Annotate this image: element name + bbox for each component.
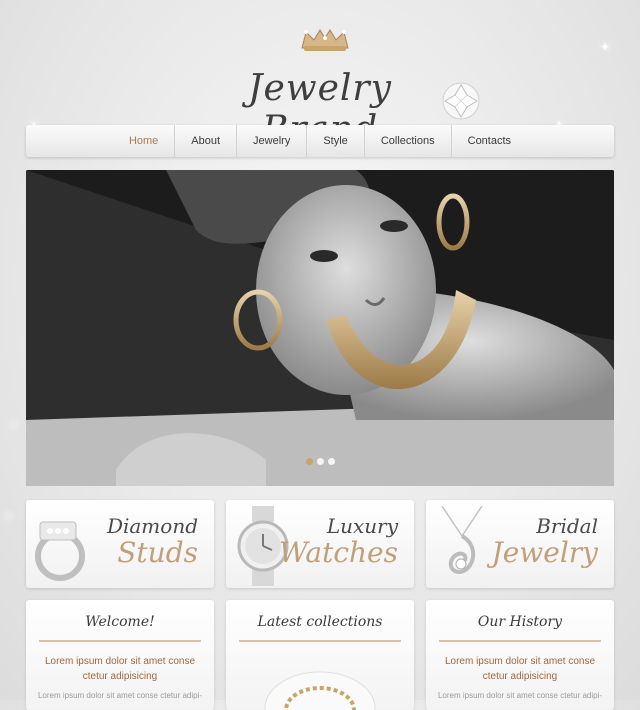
promo-title: Bridal: [536, 514, 598, 538]
nav-collections[interactable]: Collections: [365, 125, 452, 157]
promo-diamond-studs[interactable]: Diamond Studs: [26, 500, 214, 588]
hero-slider[interactable]: [26, 170, 614, 486]
promo-bridal-jewelry[interactable]: Bridal Jewelry: [426, 500, 614, 588]
column-lead[interactable]: Lorem ipsum dolor sit amet conse ctetur …: [438, 654, 602, 684]
slider-dot[interactable]: [306, 458, 313, 465]
divider: [439, 640, 601, 642]
hero-image: [26, 170, 614, 486]
slider-dot[interactable]: [317, 458, 324, 465]
pendant-icon: [441, 506, 483, 575]
sparkle-decoration: ✦: [8, 418, 19, 432]
bracelet-image[interactable]: [255, 650, 385, 710]
ring-icon: [35, 521, 85, 581]
column-heading: Latest collections: [257, 614, 383, 630]
promo-title: Diamond: [106, 514, 198, 538]
column-lead[interactable]: Lorem ipsum dolor sit amet conse ctetur …: [38, 654, 202, 684]
column-body: Lorem ipsum dolor sit amet conse ctetur …: [437, 691, 603, 700]
column-body: Lorem ipsum dolor sit amet conse ctetur …: [37, 691, 203, 700]
latest-collections-box: Latest collections: [226, 600, 414, 710]
promo-luxury-watches[interactable]: Luxury Watches: [226, 500, 414, 588]
nav-about[interactable]: About: [175, 125, 238, 157]
column-heading: Our History: [477, 614, 563, 630]
logo[interactable]: Jewelry Brand: [0, 20, 640, 150]
nav-contacts[interactable]: Contacts: [452, 125, 527, 157]
promo-subtitle: Studs: [117, 536, 198, 569]
promo-title: Luxury: [326, 514, 398, 538]
column-heading: Welcome!: [85, 614, 155, 630]
promo-subtitle: Watches: [279, 536, 398, 569]
diamond-icon: [442, 82, 480, 120]
crown-icon: [301, 29, 349, 51]
slider-dot[interactable]: [328, 458, 335, 465]
divider: [39, 640, 201, 642]
welcome-box: Welcome! Lorem ipsum dolor sit amet cons…: [26, 600, 214, 710]
promo-subtitle: Jewelry: [491, 536, 599, 569]
divider: [239, 640, 401, 642]
sparkle-decoration: ✦: [4, 511, 14, 523]
nav-style[interactable]: Style: [307, 125, 365, 157]
our-history-box: Our History Lorem ipsum dolor sit amet c…: [426, 600, 614, 710]
nav-home[interactable]: Home: [113, 125, 176, 157]
main-navigation: Home About Jewelry Style Collections Con…: [26, 125, 614, 157]
slider-pagination: [306, 458, 335, 465]
nav-jewelry[interactable]: Jewelry: [237, 125, 308, 157]
